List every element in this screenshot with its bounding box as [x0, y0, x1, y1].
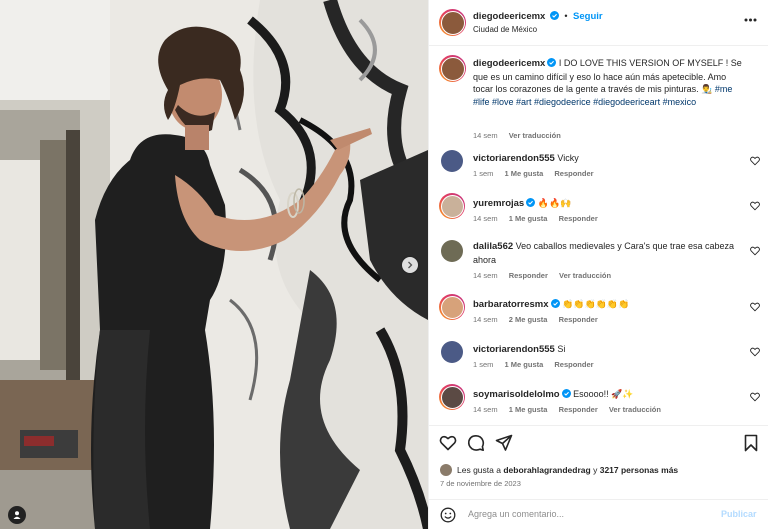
- heart-outline-icon[interactable]: [750, 392, 760, 402]
- comment-likes[interactable]: 1 Me gusta: [509, 214, 548, 223]
- commenter-avatar[interactable]: [441, 341, 463, 363]
- commenter-avatar[interactable]: [439, 384, 465, 410]
- tagged-users-button[interactable]: [8, 506, 26, 524]
- reply-button[interactable]: Responder: [559, 214, 598, 223]
- reply-button[interactable]: Responder: [559, 315, 598, 324]
- caption-time[interactable]: 14 sem: [473, 131, 498, 140]
- commenter-avatar[interactable]: [441, 150, 463, 172]
- caption-avatar[interactable]: [439, 55, 466, 82]
- add-comment-bar: Agrega un comentario... Publicar: [429, 499, 768, 529]
- follow-button[interactable]: Seguir: [573, 11, 603, 22]
- comment-likes[interactable]: 1 Me gusta: [505, 169, 544, 178]
- reply-button[interactable]: Responder: [554, 360, 593, 369]
- author-avatar[interactable]: [439, 9, 466, 36]
- post-date[interactable]: 7 de noviembre de 2023: [440, 479, 521, 488]
- like-heart-icon[interactable]: [439, 434, 457, 452]
- comment-username[interactable]: soymarisoldelolmo: [473, 389, 560, 400]
- post-actions: Les gusta a deborahlagrandedrag y 3217 p…: [429, 425, 768, 528]
- translate-link[interactable]: Ver traducción: [509, 131, 561, 140]
- comment-username[interactable]: dalila562: [473, 241, 513, 252]
- liker-username[interactable]: deborahlagrandedrag: [503, 465, 590, 475]
- comment-username[interactable]: barbaratorresmx: [473, 299, 549, 310]
- comment-time[interactable]: 14 sem: [473, 315, 498, 324]
- commenter-avatar[interactable]: [439, 193, 465, 219]
- user-icon: [13, 511, 21, 519]
- comment-username[interactable]: yuremrojas: [473, 198, 524, 209]
- publish-button[interactable]: Publicar: [721, 509, 757, 519]
- reply-button[interactable]: Responder: [509, 271, 548, 280]
- emoji-smiley-icon[interactable]: [440, 507, 456, 523]
- save-bookmark-icon[interactable]: [742, 434, 760, 452]
- commenter-avatar[interactable]: [439, 294, 465, 320]
- heart-outline-icon[interactable]: [750, 302, 760, 312]
- comment-username[interactable]: victoriarendon555: [473, 153, 555, 164]
- comment-time[interactable]: 1 sem: [473, 360, 493, 369]
- liker-avatar: [440, 464, 452, 476]
- author-username[interactable]: diegodeericemx: [473, 11, 545, 22]
- caption-meta: 14 sem Ver traducción: [473, 131, 570, 140]
- share-send-icon[interactable]: [495, 434, 513, 452]
- post-header: diegodeericemx • Seguir Ciudad de México: [429, 0, 768, 46]
- commenter-avatar[interactable]: [441, 240, 463, 262]
- verified-badge-icon: [547, 58, 557, 67]
- likes-prefix: Les gusta a: [457, 465, 501, 475]
- translate-link[interactable]: Ver traducción: [559, 271, 611, 280]
- heart-outline-icon[interactable]: [750, 201, 760, 211]
- reply-button[interactable]: Responder: [559, 405, 598, 414]
- verified-badge-icon: [549, 11, 559, 20]
- comment-text: Veo caballos medievales y Cara's que tra…: [473, 241, 735, 265]
- comment-likes[interactable]: 1 Me gusta: [505, 360, 544, 369]
- next-photo-button[interactable]: [402, 257, 418, 273]
- heart-outline-icon[interactable]: [750, 156, 760, 166]
- post-location[interactable]: Ciudad de México: [473, 25, 537, 34]
- chevron-right-icon: [408, 261, 413, 269]
- ellipsis-icon[interactable]: [744, 18, 757, 22]
- verified-badge-icon: [550, 299, 560, 308]
- caption-text: diegodeericemx I DO LOVE THIS VERSION OF…: [473, 57, 743, 108]
- likes-joiner: y: [593, 465, 598, 475]
- separator-dot: •: [564, 11, 568, 21]
- artist-painting-image: [0, 0, 428, 529]
- comments-list[interactable]: diegodeericemx I DO LOVE THIS VERSION OF…: [429, 47, 768, 425]
- likes-summary[interactable]: Les gusta a deborahlagrandedrag y 3217 p…: [440, 464, 678, 476]
- verified-badge-icon: [561, 389, 571, 398]
- add-comment-input[interactable]: Agrega un comentario...: [468, 509, 564, 519]
- artist-emoji: 👨‍🎨: [701, 84, 713, 94]
- caption-username[interactable]: diegodeericemx: [473, 58, 545, 69]
- comment-likes[interactable]: 2 Me gusta: [509, 315, 548, 324]
- comment-username[interactable]: victoriarendon555: [473, 344, 555, 355]
- comment-time[interactable]: 14 sem: [473, 214, 498, 223]
- comment-time[interactable]: 14 sem: [473, 271, 498, 280]
- post-photo[interactable]: [0, 0, 428, 529]
- heart-outline-icon[interactable]: [750, 246, 760, 256]
- reply-button[interactable]: Responder: [554, 169, 593, 178]
- likes-others[interactable]: 3217 personas más: [600, 465, 678, 475]
- comment-text: Esoooo!! 🚀✨: [573, 389, 634, 399]
- comment-text: 🔥🔥🙌: [537, 198, 572, 208]
- heart-outline-icon[interactable]: [750, 347, 760, 357]
- comment-likes[interactable]: 1 Me gusta: [509, 405, 548, 414]
- comment-text: Si: [557, 344, 566, 354]
- translate-link[interactable]: Ver traducción: [609, 405, 661, 414]
- comment-bubble-icon[interactable]: [467, 434, 485, 452]
- comment-time[interactable]: 1 sem: [473, 169, 493, 178]
- post-details-panel: diegodeericemx • Seguir Ciudad de México…: [428, 0, 768, 529]
- comment-text: 👏👏👏👏👏👏: [562, 299, 630, 309]
- comment-text: Vicky: [557, 153, 579, 163]
- comment-time[interactable]: 14 sem: [473, 405, 498, 414]
- verified-badge-icon: [526, 198, 536, 207]
